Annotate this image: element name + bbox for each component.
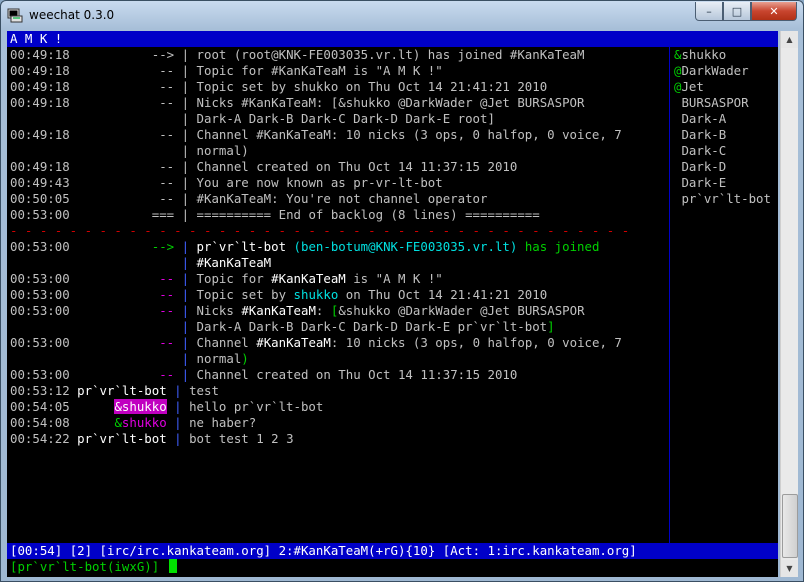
nicks-line: 00:53:00 -- | Nicks #KanKaTeaM: [&shukko… — [10, 303, 585, 318]
minimize-button[interactable]: – — [695, 2, 723, 21]
chat-area: 00:49:18 --> | root (root@KNK-FE003035.v… — [7, 47, 670, 543]
status-buffer-number: 2: — [278, 543, 294, 558]
chat-message-highlight: 00:54:05 &shukko | hello pr`vr`lt-bot — [10, 399, 324, 414]
backlog-end-line: 00:53:00 === | ========== End of backlog… — [10, 207, 540, 222]
weechat-window: weechat 0.3.0 – □ ✕ A M K ! 00:49:18 -->… — [0, 0, 804, 582]
vertical-scrollbar[interactable]: ▲ ▼ — [780, 31, 798, 577]
terminal[interactable]: A M K ! 00:49:18 --> | root (root@KNK-FE… — [7, 31, 778, 577]
nicklist-item[interactable]: Dark-B — [674, 127, 726, 143]
status-activity: [Act: 1:irc.kankateam.org] — [442, 543, 637, 558]
backlog-line: 00:49:18 -- | Channel created on Thu Oct… — [10, 159, 518, 174]
nicklist-item[interactable]: BURSASPOR — [674, 95, 748, 111]
nicklist-item[interactable]: Dark-C — [674, 143, 726, 159]
join-line-cont: | #KanKaTeaM — [181, 255, 272, 270]
backlog-line: | normal) — [181, 143, 249, 158]
backlog-line: 00:49:43 -- | You are now known as pr-vr… — [10, 175, 443, 190]
nicklist-item[interactable]: @Jet — [674, 79, 704, 95]
topic-line: 00:53:00 -- | Topic for #KanKaTeaM is "A… — [10, 271, 443, 286]
backlog-line: 00:49:18 -- | Nicks #KanKaTeaM: [&shukko… — [10, 95, 585, 110]
status-bar: [00:54] [2] [irc/irc.kankateam.org] 2:#K… — [7, 543, 778, 559]
backlog-line: | Dark-A Dark-B Dark-C Dark-D Dark-E roo… — [181, 111, 495, 126]
nicklist-divider — [669, 47, 670, 543]
backlog-line: 00:49:18 -- | Topic for #KanKaTeaM is "A… — [10, 63, 443, 78]
channel-created-line: 00:53:00 -- | Channel created on Thu Oct… — [10, 367, 518, 382]
text-cursor — [168, 559, 177, 573]
topic-bar: A M K ! — [7, 31, 778, 47]
nicklist-item[interactable]: pr`vr`lt-bot — [674, 191, 771, 207]
nicklist-item[interactable]: Dark-E — [674, 175, 726, 191]
read-marker-separator: - - - - - - - - - - - - - - - - - - - - … — [10, 223, 630, 238]
topic-set-line: 00:53:00 -- | Topic set by shukko on Thu… — [10, 287, 548, 302]
nicklist-item[interactable]: Dark-D — [674, 159, 726, 175]
nicks-line-cont: | Dark-A Dark-B Dark-C Dark-D Dark-E pr`… — [181, 319, 555, 334]
status-server: [irc/irc.kankateam.org] — [99, 543, 272, 558]
input-bar[interactable]: [pr`vr`lt-bot(iwxG)] — [7, 559, 778, 575]
nicklist-item[interactable]: Dark-A — [674, 111, 726, 127]
status-time: [00:54] — [10, 543, 63, 558]
putty-terminal-icon — [7, 8, 23, 23]
channel-info-line-cont: | normal) — [181, 351, 249, 366]
input-prompt: [pr`vr`lt-bot(iwxG)] — [10, 559, 160, 574]
status-nick-count: {10} — [405, 543, 436, 558]
scroll-up-arrow-icon[interactable]: ▲ — [781, 31, 798, 48]
status-modes: (+rG) — [368, 543, 406, 558]
maximize-button[interactable]: □ — [723, 2, 751, 21]
chat-message: 00:53:12 pr`vr`lt-bot | test — [10, 383, 219, 398]
title-bar[interactable]: weechat 0.3.0 – □ ✕ — [1, 1, 803, 29]
chat-message: 00:54:08 &shukko | ne haber? — [10, 415, 257, 430]
nicklist-item[interactable]: &shukko — [674, 47, 726, 63]
status-channel: #KanKaTeaM — [293, 543, 369, 558]
backlog-line: 00:50:05 -- | #KanKaTeaM: You're not cha… — [10, 191, 488, 206]
backlog-line: 00:49:18 -- | Channel #KanKaTeaM: 10 nic… — [10, 127, 622, 142]
backlog-line: 00:49:18 --> | root (root@KNK-FE003035.v… — [10, 47, 585, 62]
scroll-down-arrow-icon[interactable]: ▼ — [781, 560, 798, 577]
close-button[interactable]: ✕ — [751, 2, 797, 21]
join-line: 00:53:00 --> | pr`vr`lt-bot (ben-botum@K… — [10, 239, 600, 254]
backlog-line: 00:49:18 -- | Topic set by shukko on Thu… — [10, 79, 548, 94]
nicklist[interactable]: &shukko @DarkWader @Jet BURSASPOR Dark-A… — [674, 47, 778, 543]
status-window-number: [2] — [69, 543, 93, 558]
nicklist-item[interactable]: @DarkWader — [674, 63, 749, 79]
channel-info-line: 00:53:00 -- | Channel #KanKaTeaM: 10 nic… — [10, 335, 622, 350]
window-title: weechat 0.3.0 — [29, 8, 115, 22]
chat-message: 00:54:22 pr`vr`lt-bot | bot test 1 2 3 — [10, 431, 294, 446]
scrollbar-thumb[interactable] — [782, 494, 798, 558]
